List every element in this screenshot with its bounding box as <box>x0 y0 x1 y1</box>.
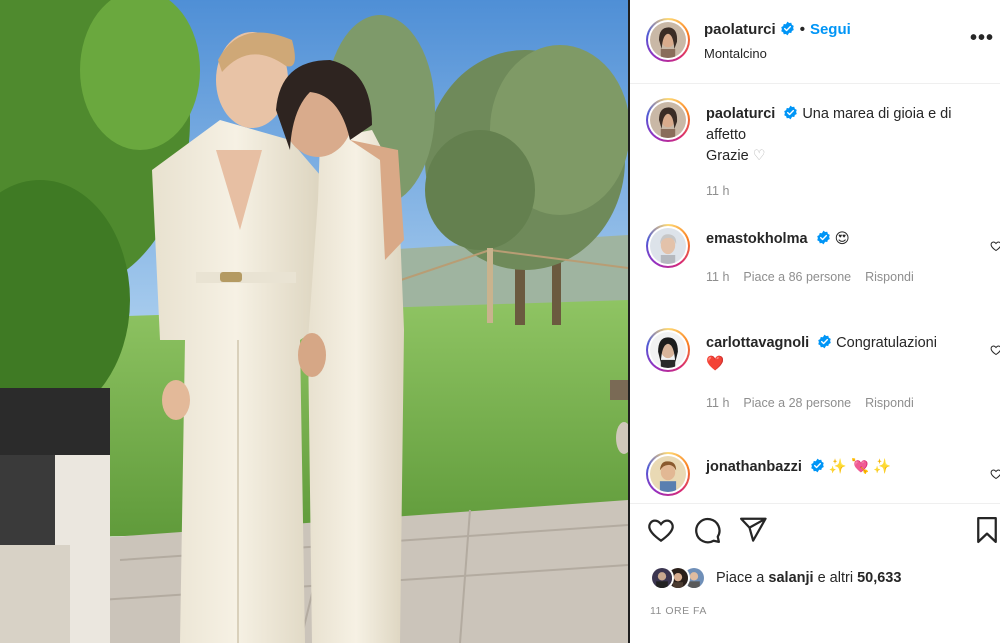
comment-text: carlottavagnoli Congratulazioni ❤️ <box>706 333 986 375</box>
caption-avatar[interactable] <box>646 98 690 142</box>
comment-meta: 11 h Piace a 28 persone Rispondi <box>706 396 928 410</box>
heart-icon[interactable] <box>646 515 678 547</box>
likes-prefix: Piace a <box>716 570 765 586</box>
comment-time: 11 h <box>706 396 730 410</box>
caption-line-2: affetto <box>706 127 747 143</box>
likes-user[interactable]: salanji <box>768 570 813 586</box>
comment-like-icon[interactable] <box>990 468 1000 480</box>
comment-icon[interactable] <box>692 515 724 547</box>
comment-body: Congratulazioni <box>836 335 937 351</box>
verified-badge-icon <box>780 21 795 36</box>
comment-text: emastokholma 😍 <box>706 229 986 250</box>
header-separator: • <box>799 21 805 38</box>
avatar-image <box>650 228 686 264</box>
commenter-username[interactable]: carlottavagnoli <box>706 335 809 351</box>
reply-button[interactable]: Rispondi <box>865 270 914 284</box>
comment-text: jonathanbazzi ✨ 💘 ✨ <box>706 457 986 478</box>
avatar-image <box>650 102 686 138</box>
header-user-line: paolaturci • Segui <box>704 21 851 38</box>
comment-body: 😍 <box>834 231 850 247</box>
comment-time: 11 h <box>706 270 730 284</box>
comment-body: ✨ 💘 ✨ <box>828 459 892 475</box>
verified-badge-icon <box>817 334 832 349</box>
likes-text[interactable]: Piace a salanji e altri 50,633 <box>716 570 901 586</box>
avatar-image <box>650 22 686 58</box>
verified-badge-icon <box>810 458 825 473</box>
verified-badge-icon <box>783 105 798 120</box>
follow-button[interactable]: Segui <box>810 21 851 38</box>
commenter-avatar[interactable] <box>646 328 690 372</box>
caption-line-3: Grazie <box>706 148 749 164</box>
avatar-image <box>650 332 686 368</box>
post-side-panel: paolaturci • Segui Montalcino ••• paolatur… <box>630 0 1000 643</box>
author-avatar[interactable] <box>646 18 690 62</box>
caption-time: 11 h <box>706 184 730 198</box>
caption-text: paolaturci Una marea di gioia e di affet… <box>706 104 986 167</box>
commenter-username[interactable]: jonathanbazzi <box>706 459 802 475</box>
share-icon[interactable] <box>738 515 770 547</box>
red-heart-emoji: ❤️ <box>706 356 725 372</box>
liker-avatar[interactable] <box>650 566 674 590</box>
caption-line-1: Una marea di gioia e di <box>802 106 952 122</box>
post-timestamp[interactable]: 11 ORE FA <box>650 605 707 617</box>
commenter-avatar[interactable] <box>646 224 690 268</box>
comment-like-icon[interactable] <box>990 344 1000 356</box>
caption-username[interactable]: paolaturci <box>706 106 775 122</box>
post-actions <box>630 515 1000 551</box>
verified-badge-icon <box>816 230 831 245</box>
avatar-image <box>650 456 686 492</box>
post-location[interactable]: Montalcino <box>704 46 767 61</box>
post-header: paolaturci • Segui Montalcino ••• <box>630 0 1000 84</box>
comment-meta: 11 h Piace a 86 persone Rispondi <box>706 270 928 284</box>
commenter-avatar[interactable] <box>646 452 690 496</box>
bookmark-icon[interactable] <box>972 515 1000 547</box>
actions-divider <box>630 503 1000 504</box>
reply-button[interactable]: Rispondi <box>865 396 914 410</box>
likes-connector: e altri <box>817 570 854 586</box>
post-photo[interactable] <box>0 0 628 643</box>
comment-likes[interactable]: Piace a 28 persone <box>743 396 851 410</box>
more-options-icon[interactable]: ••• <box>970 28 994 48</box>
commenter-username[interactable]: emastokholma <box>706 231 808 247</box>
comment-likes[interactable]: Piace a 86 persone <box>743 270 851 284</box>
comment-like-icon[interactable] <box>990 240 1000 252</box>
post-image <box>0 0 628 643</box>
author-username[interactable]: paolaturci <box>704 21 776 38</box>
white-heart-icon: ♡ <box>752 148 766 164</box>
likes-count[interactable]: 50,633 <box>857 570 901 586</box>
